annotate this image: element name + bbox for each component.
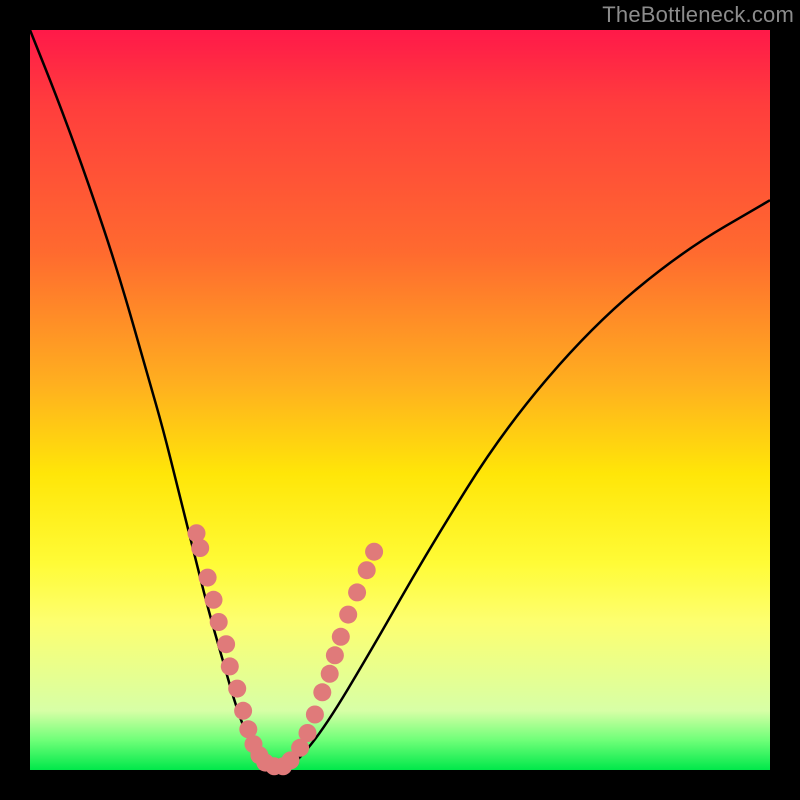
curve-dot <box>217 635 235 653</box>
curve-dot <box>228 680 246 698</box>
curve-dot <box>339 606 357 624</box>
chart-frame: TheBottleneck.com <box>0 0 800 800</box>
curve-dot <box>199 569 217 587</box>
curve-dot <box>313 683 331 701</box>
curve-dot <box>348 583 366 601</box>
plot-area <box>30 30 770 770</box>
bottleneck-curve <box>30 30 770 768</box>
curve-dot <box>358 561 376 579</box>
watermark-label: TheBottleneck.com <box>602 2 794 28</box>
curve-dot <box>326 646 344 664</box>
curve-dot <box>234 702 252 720</box>
curve-dot <box>205 591 223 609</box>
curve-dot <box>321 665 339 683</box>
curve-dot <box>365 543 383 561</box>
curve-dot <box>299 724 317 742</box>
curve-dot <box>306 706 324 724</box>
curve-dot <box>210 613 228 631</box>
curve-dots-group <box>188 524 384 775</box>
curve-dot <box>221 657 239 675</box>
curve-dot <box>191 539 209 557</box>
curve-layer <box>30 30 770 770</box>
curve-dot <box>332 628 350 646</box>
